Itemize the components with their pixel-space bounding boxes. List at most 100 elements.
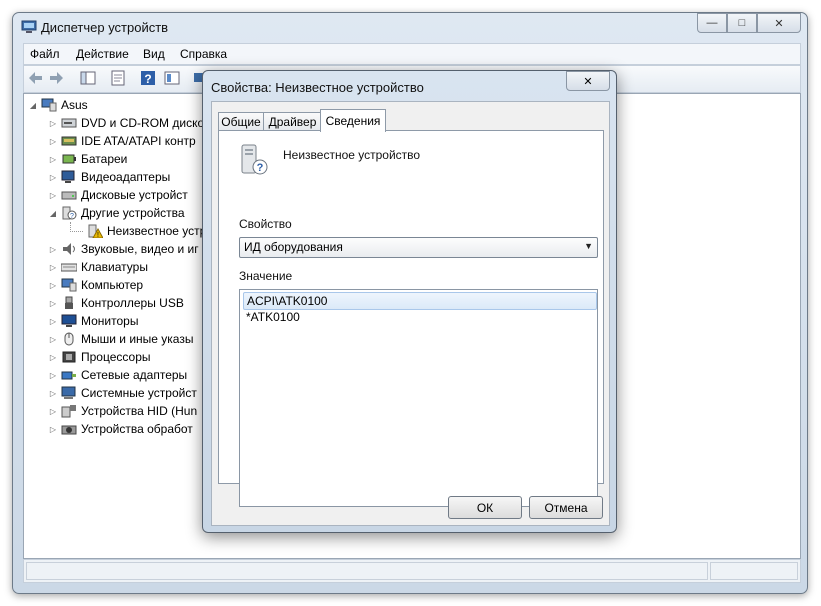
menu-file[interactable]: Файл bbox=[30, 47, 60, 61]
forward-arrow-icon[interactable] bbox=[48, 70, 64, 86]
expand-arrow-icon[interactable]: ▷ bbox=[48, 155, 58, 164]
tree-child-item[interactable]: ! Неизвестное устр bbox=[70, 221, 206, 240]
dialog-close-button[interactable]: ✕ bbox=[566, 71, 610, 91]
expand-arrow-icon[interactable]: ▷ bbox=[48, 299, 58, 308]
list-item[interactable]: *ATK0100 bbox=[243, 309, 595, 325]
minimize-icon: — bbox=[706, 17, 718, 29]
close-button[interactable]: ✕ bbox=[757, 13, 801, 33]
tree-category-item[interactable]: ▷ Устройства обработ bbox=[48, 420, 193, 438]
tree-category-item[interactable]: ▷ Сетевые адаптеры bbox=[48, 366, 187, 384]
dvd-drive-icon bbox=[61, 118, 77, 128]
tree-category-item[interactable]: ▷ Звуковые, видео и иг bbox=[48, 240, 199, 258]
collapse-arrow-icon[interactable]: ◢ bbox=[48, 209, 58, 218]
tree-category-item[interactable]: ▷ Мыши и иные указы bbox=[48, 330, 194, 348]
mouse-icon bbox=[64, 332, 74, 346]
tree-item-label: IDE ATA/ATAPI контр bbox=[81, 134, 196, 148]
ide-controller-icon bbox=[61, 136, 77, 146]
tree-connector bbox=[70, 221, 83, 232]
tree-item-label: Батареи bbox=[81, 152, 128, 166]
monitor-icon bbox=[61, 314, 77, 327]
warning-device-icon: ! bbox=[88, 224, 103, 238]
expand-arrow-icon[interactable]: ▷ bbox=[48, 281, 58, 290]
close-icon: ✕ bbox=[583, 75, 593, 88]
processor-icon bbox=[62, 351, 76, 363]
view-icon[interactable] bbox=[164, 70, 180, 86]
list-item[interactable]: ACPI\ATK0100 bbox=[243, 292, 597, 310]
usb-icon bbox=[65, 296, 73, 309]
dialog-body: Общие Драйвер Сведения ? Неизвестное уст… bbox=[211, 101, 610, 526]
expand-arrow-icon[interactable]: ▷ bbox=[48, 137, 58, 146]
tree-root[interactable]: ◢ Asus bbox=[28, 96, 88, 114]
property-label: Свойство bbox=[239, 217, 292, 231]
tree-category-item[interactable]: ▷ DVD и CD-ROM диско bbox=[48, 114, 204, 132]
menu-help[interactable]: Справка bbox=[180, 47, 227, 61]
disk-drive-icon bbox=[61, 191, 77, 200]
minimize-button[interactable]: — bbox=[697, 13, 727, 33]
tab-driver[interactable]: Драйвер bbox=[263, 112, 322, 131]
expand-arrow-icon[interactable]: ▷ bbox=[48, 263, 58, 272]
expand-arrow-icon[interactable]: ▷ bbox=[48, 407, 58, 416]
maximize-button[interactable]: □ bbox=[727, 13, 757, 33]
tree-category-item[interactable]: ▷ Мониторы bbox=[48, 312, 139, 330]
menu-action[interactable]: Действие bbox=[76, 47, 129, 61]
display-adapter-icon bbox=[61, 170, 75, 183]
computer-icon bbox=[41, 98, 57, 112]
expand-arrow-icon[interactable]: ▷ bbox=[48, 389, 58, 398]
back-arrow-icon[interactable] bbox=[28, 70, 44, 86]
expand-arrow-icon[interactable]: ▷ bbox=[48, 245, 58, 254]
property-select[interactable]: ИД оборудования ▼ bbox=[239, 237, 598, 258]
computer-icon bbox=[61, 278, 77, 292]
tree-category-item[interactable]: ▷ Компьютер bbox=[48, 276, 143, 294]
menu-view[interactable]: Вид bbox=[143, 47, 165, 61]
tree-category-item[interactable]: ▷ Клавиатуры bbox=[48, 258, 148, 276]
tree-category-item[interactable]: ▷ IDE ATA/ATAPI контр bbox=[48, 132, 196, 150]
show-hide-tree-icon[interactable] bbox=[80, 70, 96, 86]
value-list[interactable]: ACPI\ATK0100 *ATK0100 bbox=[239, 289, 598, 507]
expand-arrow-icon[interactable]: ▷ bbox=[48, 173, 58, 182]
help-icon[interactable]: ? bbox=[140, 70, 156, 86]
expand-arrow-icon[interactable]: ▷ bbox=[48, 371, 58, 380]
cancel-button[interactable]: Отмена bbox=[529, 496, 603, 519]
tree-category-item[interactable]: ▷ Видеоадаптеры bbox=[48, 168, 170, 186]
tree-category-item[interactable]: ▷ Процессоры bbox=[48, 348, 151, 366]
value-label: Значение bbox=[239, 269, 293, 283]
ok-button[interactable]: ОК bbox=[448, 496, 522, 519]
tree-item-label: Звуковые, видео и иг bbox=[81, 242, 199, 256]
tree-item-label: Другие устройства bbox=[81, 206, 185, 220]
tree-category-item[interactable]: ▷ Устройства HID (Hun bbox=[48, 402, 197, 420]
tree-item-label: Системные устройст bbox=[81, 386, 197, 400]
dialog-title: Свойства: Неизвестное устройство bbox=[211, 80, 424, 95]
window-title: Диспетчер устройств bbox=[41, 20, 169, 35]
property-select-value: ИД оборудования bbox=[244, 240, 343, 254]
tree-item-label: Контроллеры USB bbox=[81, 296, 184, 310]
unknown-device-icon: ? bbox=[241, 144, 268, 175]
tree-category-item[interactable]: ▷ Системные устройст bbox=[48, 384, 197, 402]
tree-category-item[interactable]: ▷ Дисковые устройст bbox=[48, 186, 188, 204]
status-cell-extra bbox=[710, 562, 798, 580]
tree-item-label: Видеоадаптеры bbox=[81, 170, 171, 184]
svg-text:?: ? bbox=[70, 213, 74, 220]
svg-text:!: ! bbox=[97, 232, 99, 238]
tree-category-item[interactable]: ▷ Батареи bbox=[48, 150, 127, 168]
expand-arrow-icon[interactable]: ▷ bbox=[48, 353, 58, 362]
status-bar bbox=[23, 559, 801, 583]
tree-item-label: Устройства обработ bbox=[81, 422, 193, 436]
tree-item-label: Устройства HID (Hun bbox=[81, 404, 198, 418]
tree-item-label: Компьютер bbox=[81, 278, 144, 292]
tree-category-item[interactable]: ◢? Другие устройства bbox=[48, 204, 185, 222]
imaging-device-icon bbox=[61, 425, 77, 435]
tree-item-label: Сетевые адаптеры bbox=[81, 368, 188, 382]
properties-icon[interactable] bbox=[110, 70, 126, 86]
expand-arrow-icon[interactable]: ▷ bbox=[48, 317, 58, 326]
collapse-arrow-icon[interactable]: ◢ bbox=[28, 101, 38, 110]
expand-arrow-icon[interactable]: ▷ bbox=[48, 425, 58, 434]
details-tab-page: ? Неизвестное устройство Свойство ИД обо… bbox=[218, 130, 604, 507]
tab-details[interactable]: Сведения bbox=[320, 109, 386, 132]
tab-general[interactable]: Общие bbox=[218, 112, 264, 131]
expand-arrow-icon[interactable]: ▷ bbox=[48, 335, 58, 344]
expand-arrow-icon[interactable]: ▷ bbox=[48, 119, 58, 128]
keyboard-icon bbox=[61, 263, 77, 272]
svg-text:?: ? bbox=[257, 162, 264, 174]
expand-arrow-icon[interactable]: ▷ bbox=[48, 191, 58, 200]
tree-category-item[interactable]: ▷ Контроллеры USB bbox=[48, 294, 184, 312]
